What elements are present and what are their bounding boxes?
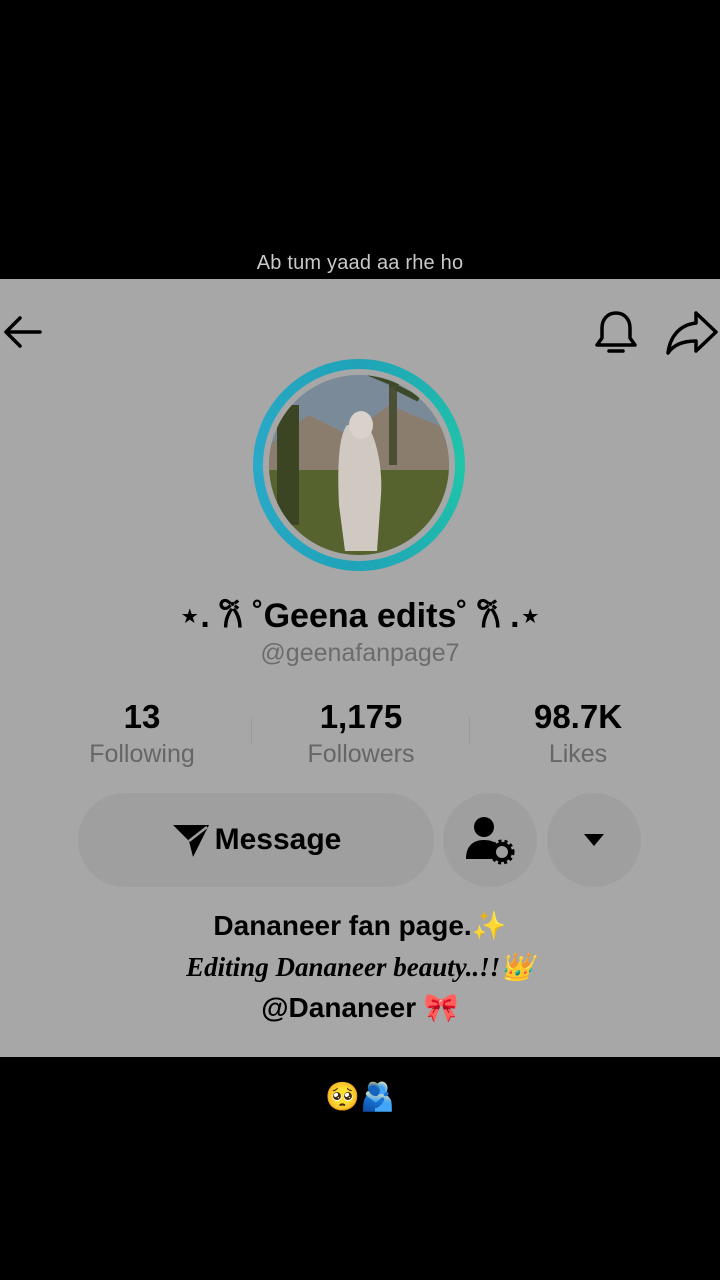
avatar[interactable] [253, 359, 465, 571]
stat-likes[interactable]: 98.7K Likes [478, 697, 678, 771]
arrow-left-icon [4, 316, 42, 348]
more-options-button[interactable] [547, 793, 641, 887]
bio-line-1: Dananeer fan page.✨ [213, 910, 507, 941]
add-friend-button[interactable] [443, 793, 537, 887]
stat-followers[interactable]: 1,175 Followers [261, 697, 461, 771]
stat-following-count: 13 [123, 698, 161, 735]
video-caption-bottom-emoji: 🥺🫂 [325, 1081, 395, 1112]
share-button[interactable] [664, 307, 720, 357]
stat-following[interactable]: 13 Following [42, 697, 242, 771]
profile-screenshot-panel: ⋆. 𐙚 ˚Geena edits˚ 𐙚 .⋆ @geenafanpage7 1… [0, 279, 720, 1057]
stat-followers-label: Followers [307, 740, 415, 768]
stat-likes-label: Likes [548, 740, 608, 768]
avatar-photo [269, 375, 449, 555]
bio-line-2: Editing Dananeer beauty..!!👑 [186, 952, 534, 982]
send-plane-icon [172, 825, 209, 857]
profile-display-name: ⋆. 𐙚 ˚Geena edits˚ 𐙚 .⋆ [179, 597, 541, 635]
back-button[interactable] [0, 309, 46, 355]
video-caption-top: Ab tum yaad aa rhe ho [256, 252, 464, 274]
stat-likes-count: 98.7K [533, 698, 623, 735]
message-button[interactable]: Message [78, 793, 434, 887]
stat-followers-count: 1,175 [319, 698, 403, 735]
avatar-image [269, 375, 449, 555]
user-settings-icon [466, 817, 515, 865]
share-arrow-icon [666, 311, 718, 355]
notification-bell-button[interactable] [592, 307, 640, 357]
stat-following-label: Following [89, 740, 195, 768]
stat-divider [251, 717, 252, 745]
profile-username: @geenafanpage7 [260, 639, 460, 667]
bio-line-3-mention[interactable]: @Dananeer 🎀 [0, 991, 720, 1024]
caret-down-icon [584, 834, 604, 846]
bell-icon [595, 311, 637, 353]
message-button-label: Message [214, 823, 342, 856]
stat-divider [469, 717, 470, 745]
